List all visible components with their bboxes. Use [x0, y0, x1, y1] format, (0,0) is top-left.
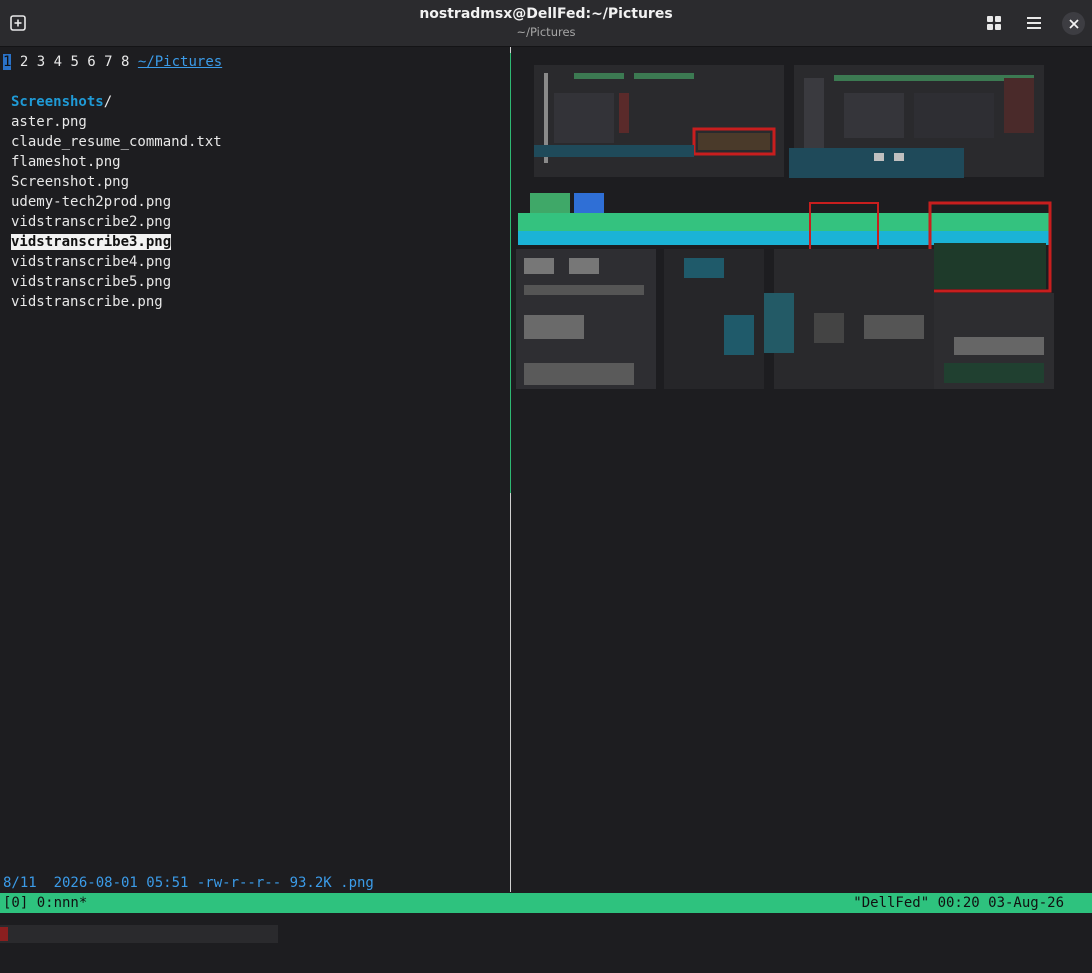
grid-view-icon[interactable] — [984, 13, 1004, 33]
title-bar: nostradmsx@DellFed:~/Pictures ~/Pictures — [0, 0, 1092, 47]
context-bar: 1 2 3 4 5 6 7 8 ~/Pictures — [3, 52, 222, 72]
tmux-host-clock: "DellFed" 00:20 03-Aug-26 — [853, 895, 1064, 911]
close-icon[interactable] — [1062, 12, 1085, 35]
context-current[interactable]: 1 — [3, 54, 12, 70]
bottom-strip — [0, 925, 278, 943]
tmux-status-bar: [0] 0:nnn* "DellFed" 00:20 03-Aug-26 — [0, 893, 1092, 913]
bottom-marker — [0, 927, 8, 941]
window-subtitle: ~/Pictures — [516, 25, 576, 39]
preview-edge — [510, 53, 511, 493]
tmux-window-list[interactable]: [0] 0:nnn* — [3, 893, 87, 913]
hamburger-menu-icon[interactable] — [1024, 13, 1044, 33]
context-others[interactable]: 2 3 4 5 6 7 8 — [20, 54, 130, 70]
list-item[interactable]: vidstranscribe.png — [11, 292, 163, 312]
list-item[interactable]: vidstranscribe5.png — [11, 272, 171, 292]
window-title: nostradmsx@DellFed:~/Pictures — [419, 6, 673, 22]
list-item[interactable]: aster.png — [11, 112, 87, 132]
list-item[interactable]: udemy-tech2prod.png — [11, 192, 171, 212]
list-item[interactable]: claude_resume_command.txt — [11, 132, 222, 152]
list-item-selected[interactable]: vidstranscribe3.png — [11, 232, 172, 252]
list-item[interactable]: Screenshot.png — [11, 172, 129, 192]
terminal[interactable]: 1 2 3 4 5 6 7 8 ~/Pictures Screenshots/ … — [0, 47, 1092, 943]
status-line: 8/11 2026-08-01 05:51 -rw-r--r-- 93.2K .… — [3, 875, 374, 891]
list-item-dir[interactable]: Screenshots/ — [11, 92, 112, 112]
image-preview — [514, 53, 1056, 397]
list-item[interactable]: vidstranscribe4.png — [11, 252, 171, 272]
list-item[interactable]: flameshot.png — [11, 152, 121, 172]
list-item[interactable]: vidstranscribe2.png — [11, 212, 171, 232]
current-path[interactable]: ~/Pictures — [138, 54, 222, 70]
